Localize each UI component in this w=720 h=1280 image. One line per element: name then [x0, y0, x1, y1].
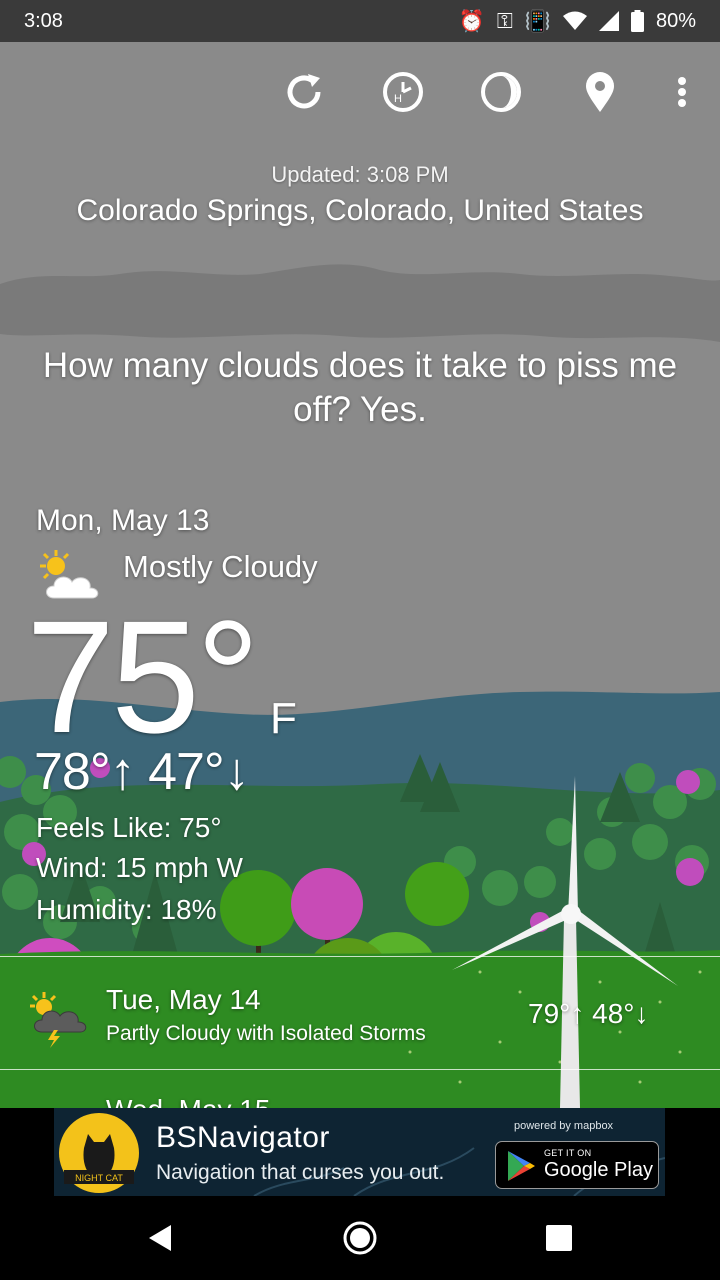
vibrate-icon: 📳	[524, 9, 551, 33]
divider	[0, 1069, 720, 1070]
divider	[0, 956, 720, 957]
home-icon	[343, 1221, 377, 1255]
temperature-unit: F	[270, 694, 297, 743]
store-label: Google Play	[544, 1159, 653, 1181]
status-icons: ⏰ ⚿ 📳 80%	[459, 10, 696, 33]
moon-phase-button[interactable]	[473, 64, 529, 120]
store-get-label: GET IT ON	[544, 1148, 592, 1158]
ad-title: BSNavigator	[156, 1121, 330, 1154]
refresh-button[interactable]	[276, 64, 332, 120]
hourly-clock-icon: H	[383, 72, 423, 112]
key-icon: ⚿	[496, 9, 513, 33]
forecast-condition: Partly Cloudy with Isolated Storms	[106, 1022, 426, 1045]
home-button[interactable]	[336, 1214, 384, 1262]
high-low: 78°↑ 47°↓	[34, 743, 250, 801]
humidity: Humidity: 18%	[36, 894, 217, 925]
location-button[interactable]	[572, 64, 628, 120]
current-condition: Mostly Cloudy	[123, 549, 318, 584]
google-play-icon	[508, 1151, 535, 1181]
sun-storm-cloud-icon	[30, 992, 87, 1048]
forecast-date: Tue, May 14	[106, 984, 261, 1015]
feels-like: Feels Like: 75°	[36, 812, 222, 843]
navigation-bar	[0, 1196, 720, 1280]
toolbar: H	[270, 64, 710, 120]
weather-app: H Updated: 3:08 PM Colorado Springs, Col…	[0, 42, 720, 1108]
current-date: Mon, May 13	[36, 504, 210, 537]
alarm-icon: ⏰	[458, 9, 485, 33]
refresh-icon	[287, 74, 321, 109]
ad-subtitle: Navigation that curses you out.	[156, 1161, 445, 1184]
ad-banner[interactable]: NIGHT CAT BSNavigator Navigation that cu…	[54, 1108, 665, 1196]
current-temperature: 75°	[26, 587, 260, 766]
back-icon	[149, 1225, 171, 1251]
cloud-band	[0, 264, 720, 342]
back-button[interactable]	[136, 1214, 184, 1262]
tree	[291, 868, 363, 940]
screen: 3:08 ⏰ ⚿ 📳 80% H Updated: 3:08 PM Colora…	[0, 0, 720, 1280]
status-time: 3:08	[24, 9, 63, 32]
google-play-button[interactable]: GET IT ON Google Play	[495, 1141, 659, 1189]
signal-icon	[598, 11, 619, 31]
updated-time: Updated: 3:08 PM	[271, 162, 449, 187]
svg-text:NIGHT CAT: NIGHT CAT	[75, 1173, 123, 1183]
location-title[interactable]: Colorado Springs, Colorado, United State…	[0, 194, 720, 228]
wifi-icon	[562, 11, 587, 30]
recents-button[interactable]	[535, 1214, 583, 1262]
recents-icon	[546, 1225, 572, 1251]
location-pin-icon	[586, 72, 614, 112]
forecast-temps: 79°↑ 48°↓	[528, 998, 649, 1029]
status-bar: 3:08 ⏰ ⚿ 📳 80%	[0, 0, 720, 42]
weather-quote: How many clouds does it take to piss me …	[42, 346, 678, 429]
night-cat-logo: NIGHT CAT	[59, 1113, 139, 1193]
tree	[405, 862, 469, 926]
svg-text:H: H	[394, 93, 402, 105]
wind: Wind: 15 mph W	[36, 852, 243, 883]
overflow-menu-icon	[678, 77, 686, 107]
forecast-date-next: Wed, May 15	[106, 1094, 270, 1108]
ad-powered-by: powered by mapbox	[514, 1120, 614, 1132]
overflow-menu-button[interactable]	[654, 64, 710, 120]
battery-percent: 80%	[655, 9, 696, 32]
battery-icon	[630, 10, 644, 32]
moon-phase-icon	[481, 72, 521, 112]
hourly-button[interactable]: H	[375, 64, 431, 120]
